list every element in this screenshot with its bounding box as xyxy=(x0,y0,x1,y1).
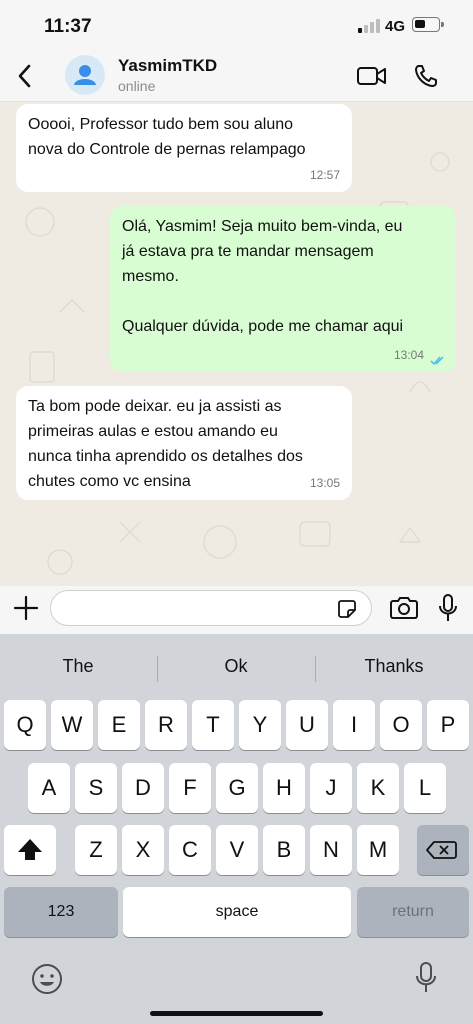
avatar[interactable] xyxy=(65,55,105,95)
key-r[interactable]: R xyxy=(145,700,187,750)
message-text: Olá, Yasmim! Seja muito bem-vinda, eu já… xyxy=(122,218,404,335)
chat-area[interactable]: Ooooi, Professor tudo bem sou aluno nova… xyxy=(0,102,473,586)
key-n[interactable]: N xyxy=(310,825,352,875)
status-time: 11:37 xyxy=(44,16,92,37)
prediction-3[interactable]: Thanks xyxy=(319,648,469,684)
divider xyxy=(157,656,158,682)
phone-icon[interactable] xyxy=(412,62,444,90)
key-h[interactable]: H xyxy=(263,763,305,813)
message-time: 13:05 xyxy=(309,476,340,490)
key-q[interactable]: Q xyxy=(4,700,46,750)
message-bubble-outgoing[interactable]: Olá, Yasmim! Seja muito bem-vinda, eu já… xyxy=(110,206,456,372)
back-chevron-icon[interactable] xyxy=(14,62,38,90)
video-call-icon[interactable] xyxy=(356,62,388,90)
message-text: Ooooi, Professor tudo bem sou aluno nova… xyxy=(28,116,306,158)
key-c[interactable]: C xyxy=(169,825,211,875)
key-k[interactable]: K xyxy=(357,763,399,813)
sticker-icon[interactable] xyxy=(335,597,359,621)
shift-key[interactable] xyxy=(4,825,56,875)
key-m[interactable]: M xyxy=(357,825,399,875)
keyboard: The Ok Thanks Q W E R T Y U I O P A S D … xyxy=(0,634,473,1024)
network-type: 4G xyxy=(385,18,406,35)
composer-bar xyxy=(0,586,473,634)
key-f[interactable]: F xyxy=(169,763,211,813)
signal-icon xyxy=(358,19,380,33)
battery-icon xyxy=(412,17,444,32)
message-time: 13:04 xyxy=(393,348,424,362)
mic-icon[interactable] xyxy=(437,592,459,624)
backspace-icon xyxy=(426,841,457,859)
message-text: Ta bom pode deixar. eu ja assisti as pri… xyxy=(28,398,303,490)
key-u[interactable]: U xyxy=(286,700,328,750)
message-input[interactable] xyxy=(50,590,372,626)
key-y[interactable]: Y xyxy=(239,700,281,750)
prediction-2[interactable]: Ok xyxy=(161,648,311,684)
key-x[interactable]: X xyxy=(122,825,164,875)
key-z[interactable]: Z xyxy=(75,825,117,875)
camera-icon[interactable] xyxy=(388,594,420,622)
chat-header: YasmimTKD online xyxy=(0,50,473,102)
avatar-person-icon xyxy=(74,65,96,85)
key-g[interactable]: G xyxy=(216,763,258,813)
key-s[interactable]: S xyxy=(75,763,117,813)
message-bubble-incoming[interactable]: Ta bom pode deixar. eu ja assisti as pri… xyxy=(16,386,352,500)
message-bubble-incoming[interactable]: Ooooi, Professor tudo bem sou aluno nova… xyxy=(16,104,352,192)
plus-icon[interactable] xyxy=(12,594,40,622)
status-bar: 11:37 4G xyxy=(0,0,473,50)
key-j[interactable]: J xyxy=(310,763,352,813)
home-indicator xyxy=(150,1011,323,1016)
key-t[interactable]: T xyxy=(192,700,234,750)
double-check-icon xyxy=(430,356,444,366)
predictive-bar: The Ok Thanks xyxy=(0,634,473,700)
key-d[interactable]: D xyxy=(122,763,164,813)
contact-name[interactable]: YasmimTKD xyxy=(118,56,217,76)
backspace-key[interactable] xyxy=(417,825,469,875)
key-o[interactable]: O xyxy=(380,700,422,750)
contact-status: online xyxy=(118,78,156,94)
divider xyxy=(315,656,316,682)
numbers-key[interactable]: 123 xyxy=(4,887,118,937)
key-e[interactable]: E xyxy=(98,700,140,750)
key-i[interactable]: I xyxy=(333,700,375,750)
space-key[interactable]: space xyxy=(123,887,351,937)
key-l[interactable]: L xyxy=(404,763,446,813)
key-b[interactable]: B xyxy=(263,825,305,875)
prediction-1[interactable]: The xyxy=(3,648,153,684)
shift-arrow-icon xyxy=(18,839,42,860)
key-p[interactable]: P xyxy=(427,700,469,750)
emoji-icon[interactable] xyxy=(30,962,64,996)
return-key[interactable]: return xyxy=(357,887,469,937)
dictation-mic-icon[interactable] xyxy=(414,960,438,996)
key-v[interactable]: V xyxy=(216,825,258,875)
message-time: 12:57 xyxy=(309,168,340,182)
key-a[interactable]: A xyxy=(28,763,70,813)
key-w[interactable]: W xyxy=(51,700,93,750)
